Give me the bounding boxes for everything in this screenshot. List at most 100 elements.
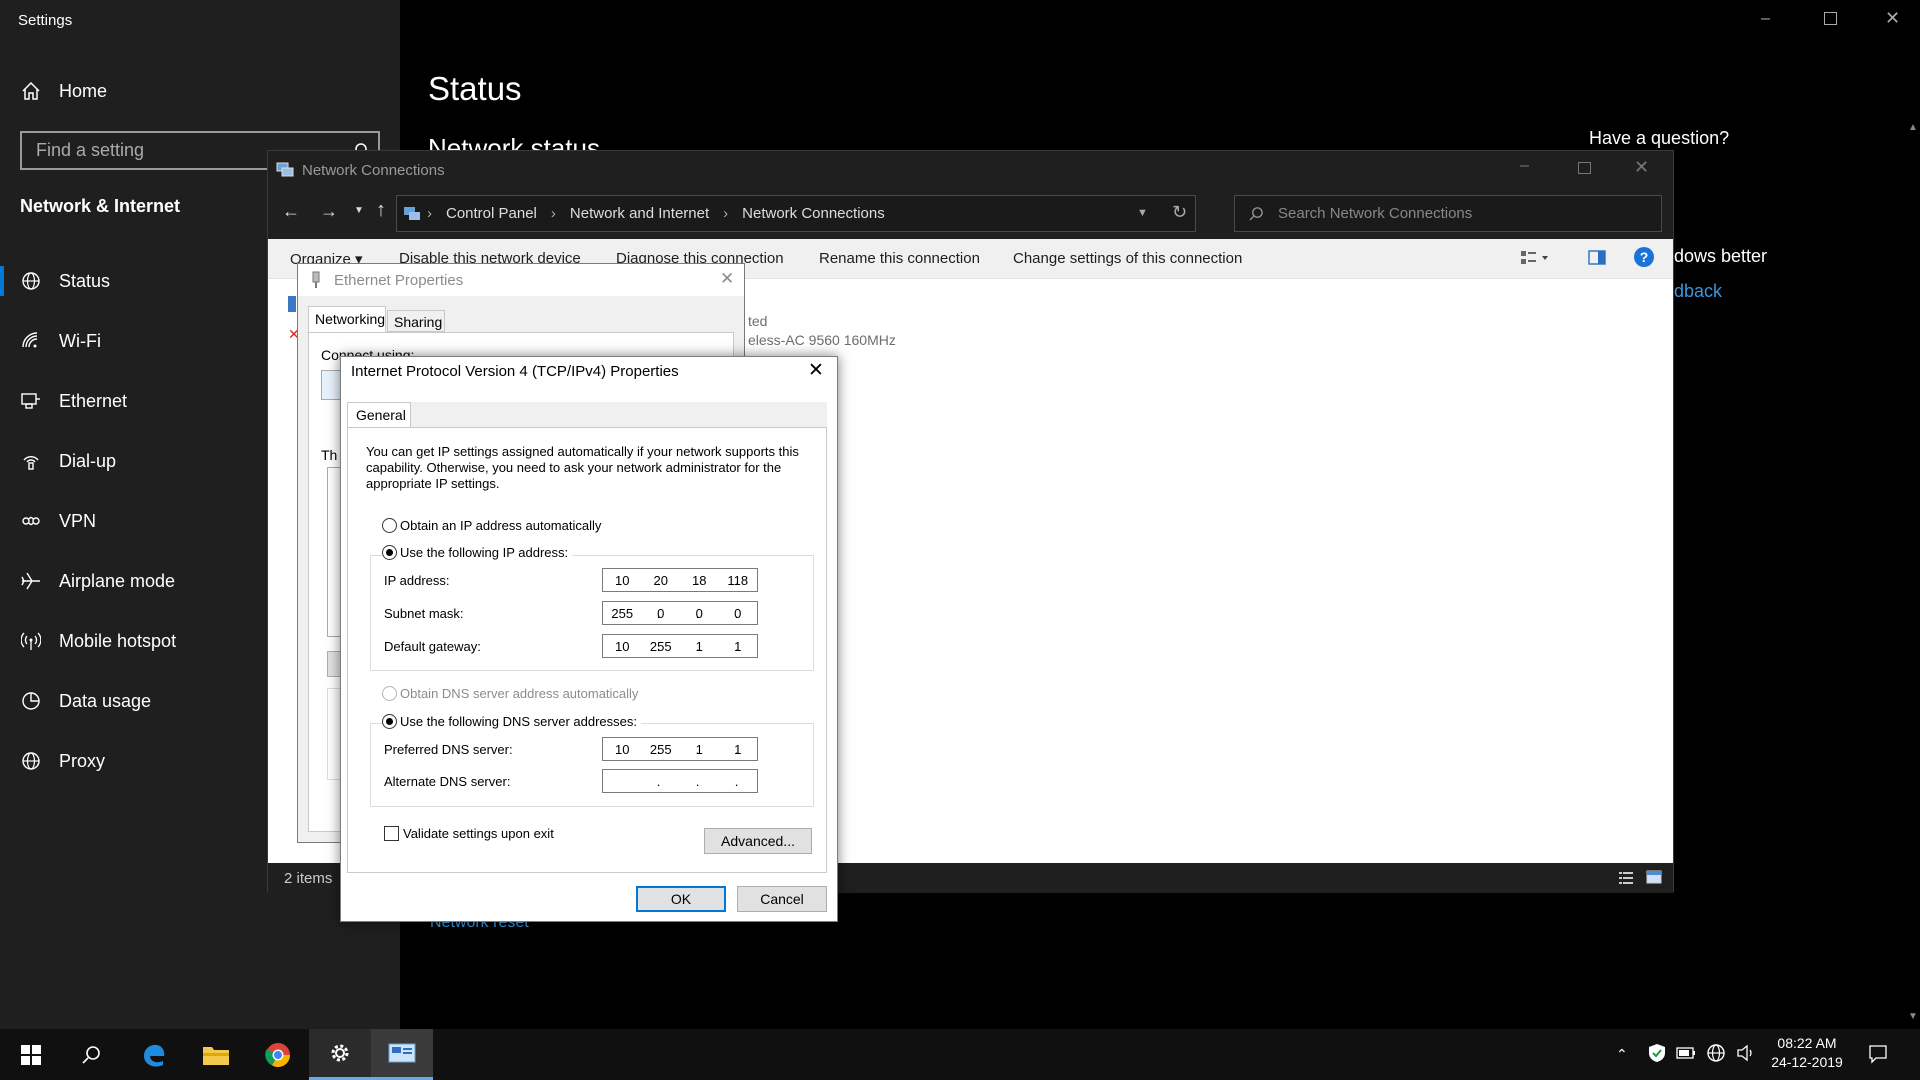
windows-logo-icon <box>21 1044 41 1065</box>
ip-settings-description: You can get IP settings assigned automat… <box>366 444 799 491</box>
control-panel-icon <box>403 205 421 223</box>
battery-icon[interactable] <box>1676 1047 1696 1059</box>
explorer-address-toolbar: ← → ▼ ↑ › Control Panel › Network and In… <box>268 189 1673 239</box>
network-status-heading: Network status <box>428 133 600 150</box>
rename-connection-button[interactable]: Rename this connection <box>819 250 980 267</box>
airplane-icon <box>20 570 42 592</box>
active-indicator <box>0 266 4 296</box>
breadcrumb-chevron-icon: › <box>723 205 729 222</box>
tab-networking[interactable]: Networking <box>308 306 386 332</box>
vpn-icon <box>20 510 42 532</box>
help-icon[interactable]: ? <box>1634 247 1654 267</box>
breadcrumb-network-internet[interactable]: Network and Internet <box>570 205 709 222</box>
scrollbar[interactable]: ▲ ▼ <box>1906 122 1920 1022</box>
wifi-icon <box>20 330 42 352</box>
connection-icon[interactable] <box>288 296 296 312</box>
radio-obtain-ip-auto[interactable] <box>382 518 397 533</box>
ipv4-close-button[interactable]: ✕ <box>808 359 824 382</box>
components-label: Th <box>321 447 338 463</box>
recent-locations-icon[interactable]: ▼ <box>354 205 364 216</box>
sidebar-item-label: Proxy <box>59 750 106 771</box>
hotspot-icon <box>20 630 42 652</box>
view-options-icon[interactable] <box>1520 249 1550 267</box>
use-following-ip-option[interactable]: Use the following IP address: <box>382 545 573 560</box>
explorer-minimize-button[interactable]: – <box>1520 157 1529 175</box>
use-following-dns-option[interactable]: Use the following DNS server addresses: <box>382 714 641 729</box>
tab-general[interactable]: General <box>347 402 411 428</box>
scroll-up-icon[interactable]: ▲ <box>1906 122 1920 133</box>
chrome-icon <box>265 1042 291 1068</box>
data-usage-icon <box>20 690 42 712</box>
taskbar-chrome[interactable] <box>247 1029 309 1080</box>
show-hidden-icons-button[interactable]: ⌃ <box>1616 1046 1628 1063</box>
sidebar-item-label: VPN <box>59 510 97 531</box>
radio-use-following-dns[interactable] <box>382 714 397 729</box>
page-title: Status <box>428 70 522 107</box>
obtain-ip-auto-option[interactable]: Obtain an IP address automatically <box>382 518 601 533</box>
ok-button[interactable]: OK <box>636 886 726 912</box>
minimize-button[interactable]: – <box>1761 10 1770 28</box>
restore-button[interactable] <box>1824 12 1837 25</box>
search-icon <box>1249 206 1264 221</box>
feedback-link[interactable]: dback <box>1674 281 1722 302</box>
advanced-button[interactable]: Advanced... <box>704 828 812 854</box>
default-gateway-field[interactable]: 10 255 1 1 ... <box>602 634 758 658</box>
taskbar-file-explorer[interactable] <box>185 1029 247 1080</box>
validate-checkbox[interactable] <box>384 826 399 841</box>
security-shield-icon[interactable] <box>1648 1043 1666 1063</box>
forward-arrow-icon[interactable]: → <box>320 201 338 222</box>
validate-settings-option[interactable]: Validate settings upon exit <box>384 826 554 841</box>
radio-use-following-ip[interactable] <box>382 545 397 560</box>
refresh-icon[interactable]: ↻ <box>1172 202 1187 223</box>
preferred-dns-field[interactable]: 10 255 1 1 ... <box>602 737 758 761</box>
adapter-box <box>321 370 341 400</box>
large-icons-view-icon[interactable] <box>1646 870 1662 885</box>
taskbar-search-button[interactable] <box>60 1029 122 1080</box>
close-button[interactable]: ✕ <box>1885 8 1900 29</box>
scroll-down-icon[interactable]: ▼ <box>1906 1011 1920 1022</box>
cancel-button[interactable]: Cancel <box>737 886 827 912</box>
tab-sharing[interactable]: Sharing <box>387 310 445 332</box>
volume-icon[interactable] <box>1736 1044 1756 1062</box>
subnet-mask-field[interactable]: 255 0 0 0 ... <box>602 601 758 625</box>
alternate-dns-field[interactable]: ... <box>602 769 758 793</box>
ethernet-icon <box>20 390 42 412</box>
clock[interactable]: 08:22 AM 24-12-2019 <box>1770 1035 1844 1070</box>
taskbar: ⌃ 08:22 AM 24-12-2019 <box>0 1029 1920 1080</box>
change-settings-button[interactable]: Change settings of this connection <box>1013 250 1242 267</box>
start-button[interactable] <box>0 1029 62 1080</box>
control-panel-icon <box>388 1043 416 1063</box>
preview-pane-icon[interactable] <box>1588 250 1606 266</box>
ip-address-label: IP address: <box>384 573 450 588</box>
network-globe-icon[interactable] <box>1706 1043 1726 1063</box>
breadcrumb-network-connections[interactable]: Network Connections <box>742 205 885 222</box>
explorer-search-input[interactable]: Search Network Connections <box>1234 195 1662 232</box>
taskbar-edge[interactable] <box>123 1029 185 1080</box>
general-panel: You can get IP settings assigned automat… <box>347 427 827 873</box>
static-dns-group <box>370 723 814 807</box>
sidebar-item-label: Mobile hotspot <box>59 630 177 651</box>
ethernet-close-button[interactable]: ✕ <box>720 269 734 289</box>
address-dropdown-icon[interactable]: ▼ <box>1137 207 1148 219</box>
ethernet-dialog-titlebar: Ethernet Properties ✕ <box>298 264 744 296</box>
radio-obtain-dns-auto <box>382 686 397 701</box>
taskbar-network-connections[interactable] <box>371 1029 433 1080</box>
sidebar-item-home[interactable]: Home <box>20 71 390 111</box>
clock-date: 24-12-2019 <box>1771 1054 1843 1070</box>
ip-address-field[interactable]: 10 20 18 118 ... <box>602 568 758 592</box>
explorer-close-button[interactable]: ✕ <box>1634 157 1649 178</box>
back-arrow-icon[interactable]: ← <box>282 201 300 222</box>
explorer-maximize-button[interactable] <box>1578 162 1591 174</box>
breadcrumb-control-panel[interactable]: Control Panel <box>446 205 537 222</box>
address-bar[interactable]: › Control Panel › Network and Internet ›… <box>396 195 1196 232</box>
globe-icon <box>20 750 42 772</box>
up-arrow-icon[interactable]: ↑ <box>376 199 386 222</box>
alternate-dns-label: Alternate DNS server: <box>384 774 511 789</box>
sidebar-item-label: Status <box>59 270 111 291</box>
taskbar-settings[interactable] <box>309 1029 371 1080</box>
make-windows-better-heading: dows better <box>1674 246 1768 266</box>
ipv4-dialog-title: Internet Protocol Version 4 (TCP/IPv4) P… <box>351 363 679 380</box>
explorer-titlebar: Network Connections – ✕ <box>268 151 1673 189</box>
action-center-icon[interactable] <box>1868 1044 1888 1064</box>
details-view-icon[interactable] <box>1618 871 1634 885</box>
